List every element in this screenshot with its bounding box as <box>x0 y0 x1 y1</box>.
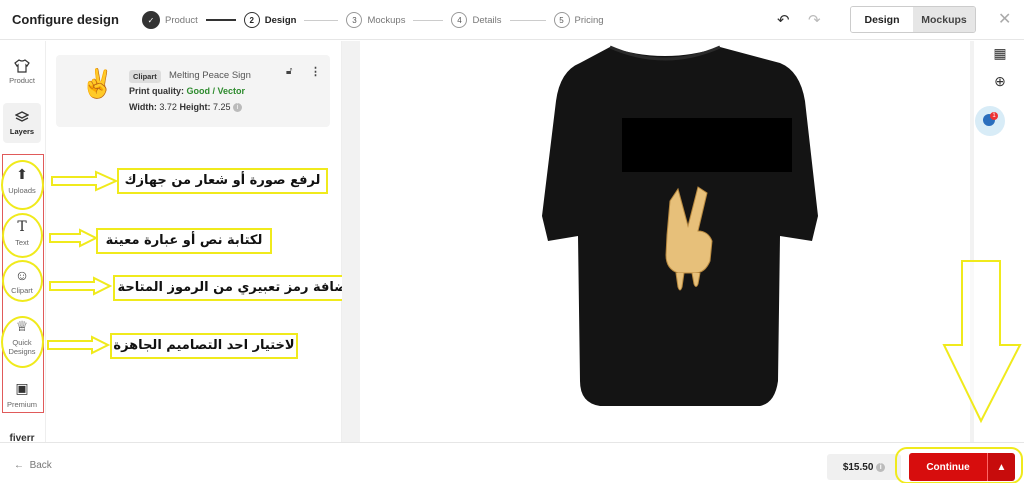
redaction-box <box>622 118 792 172</box>
layer-type-chip: Clipart <box>129 70 161 83</box>
height-label: Height: <box>179 102 211 112</box>
annotation-circle-quick-designs <box>1 316 44 368</box>
top-bar: Configure design ✓ Product 2 Design 3 Mo… <box>0 0 1024 40</box>
info-icon[interactable]: i <box>876 462 886 472</box>
view-toggle: Design Mockups <box>850 6 976 33</box>
print-quality-label: Print quality: <box>129 86 185 96</box>
layers-icon <box>15 111 29 122</box>
annotation-label-quick-designs: لاختيار احد التصاميم الجاهزة <box>110 333 298 359</box>
print-quality-value: Good / Vector <box>186 86 246 96</box>
lock-icon[interactable]: 🔓︎ <box>286 66 292 77</box>
close-icon[interactable]: ✕ <box>998 9 1011 29</box>
back-label: Back <box>29 460 52 471</box>
check-icon: ✓ <box>142 11 160 29</box>
annotation-arrow-continue <box>942 260 1022 424</box>
arrow-left-icon: ← <box>14 460 24 471</box>
grid-icon[interactable]: ▦ <box>988 41 1012 65</box>
annotation-label-uploads: لرفع صورة أو شعار من جهازك <box>117 168 328 194</box>
annotation-label-clipart: لإضافة رمز تعبيري من الرموز المتاحة <box>113 275 361 301</box>
peace-sign-thumbnail: ✌ <box>80 68 115 99</box>
step-number: 3 <box>346 12 363 28</box>
annotation-circle-text <box>2 213 43 258</box>
annotation-label-text: لكتابة نص أو عبارة معينة <box>96 228 272 254</box>
tshirt-mockup <box>542 45 818 406</box>
step-number: 5 <box>553 12 570 28</box>
info-icon[interactable]: i <box>233 103 243 113</box>
rail-label: Product <box>9 76 35 85</box>
annotation-arrow-uploads <box>51 170 119 192</box>
annotation-circle-continue <box>895 447 1023 483</box>
zoom-in-icon[interactable]: ⊕ <box>988 69 1012 93</box>
step-label: Design <box>264 14 297 26</box>
price-display: $15.50 i <box>827 454 901 480</box>
layer-dimensions: Width: 3.72 Height: 7.25 i <box>129 102 243 113</box>
print-quality: Print quality: Good / Vector <box>129 86 245 96</box>
rail-item-layers[interactable]: Layers <box>3 103 41 143</box>
stepper: ✓ Product 2 Design 3 Mockups 4 Details 5… <box>142 9 604 31</box>
redo-icon[interactable]: ↷ <box>808 11 821 29</box>
annotation-circle-clipart <box>2 260 43 302</box>
width-value: 3.72 <box>159 102 177 112</box>
step-connector <box>413 19 444 21</box>
annotation-arrow-quick-designs <box>47 335 111 355</box>
rail-item-product[interactable]: Product <box>0 59 44 85</box>
step-number: 2 <box>243 12 260 28</box>
undo-icon[interactable]: ↶ <box>777 11 790 29</box>
step-pricing[interactable]: 5 Pricing <box>553 12 604 28</box>
step-connector <box>205 19 236 21</box>
price-value: $15.50 <box>842 461 874 473</box>
tshirt-icon <box>14 59 30 73</box>
page-title: Configure design <box>12 12 119 27</box>
annotation-circle-uploads <box>1 160 44 210</box>
design-toggle-button[interactable]: Design <box>851 7 913 32</box>
layer-card[interactable]: ✌ Clipart Melting Peace Sign 🔓︎ ⋮ Print … <box>56 55 330 127</box>
step-connector <box>304 19 339 21</box>
step-details[interactable]: 4 Details <box>451 12 502 28</box>
annotation-arrow-text <box>49 228 99 248</box>
step-product[interactable]: ✓ Product <box>142 11 198 29</box>
width-label: Width: <box>129 102 157 112</box>
height-value: 7.25 <box>212 102 231 112</box>
step-label: Pricing <box>574 14 604 26</box>
product-preview[interactable] <box>360 41 970 442</box>
step-label: Details <box>472 14 502 26</box>
notification-button[interactable]: 1 <box>975 106 1005 136</box>
step-label: Product <box>165 14 198 26</box>
step-number: 4 <box>451 12 468 28</box>
annotation-arrow-clipart <box>49 276 113 296</box>
mockups-toggle-button[interactable]: Mockups <box>913 7 975 32</box>
notification-badge: 1 <box>990 112 998 120</box>
back-button[interactable]: ← Back <box>14 460 52 471</box>
step-label: Mockups <box>367 14 406 26</box>
layer-name: Melting Peace Sign <box>169 70 251 81</box>
step-connector <box>509 19 546 21</box>
step-design[interactable]: 2 Design <box>243 12 297 28</box>
step-mockups[interactable]: 3 Mockups <box>346 12 405 28</box>
bottom-bar: ← Back $15.50 i Continue ▲ <box>0 442 1024 483</box>
more-options-icon[interactable]: ⋮ <box>310 65 321 78</box>
rail-label: Layers <box>9 127 35 136</box>
design-canvas: ▦ ⊕ 1 <box>342 41 1024 442</box>
